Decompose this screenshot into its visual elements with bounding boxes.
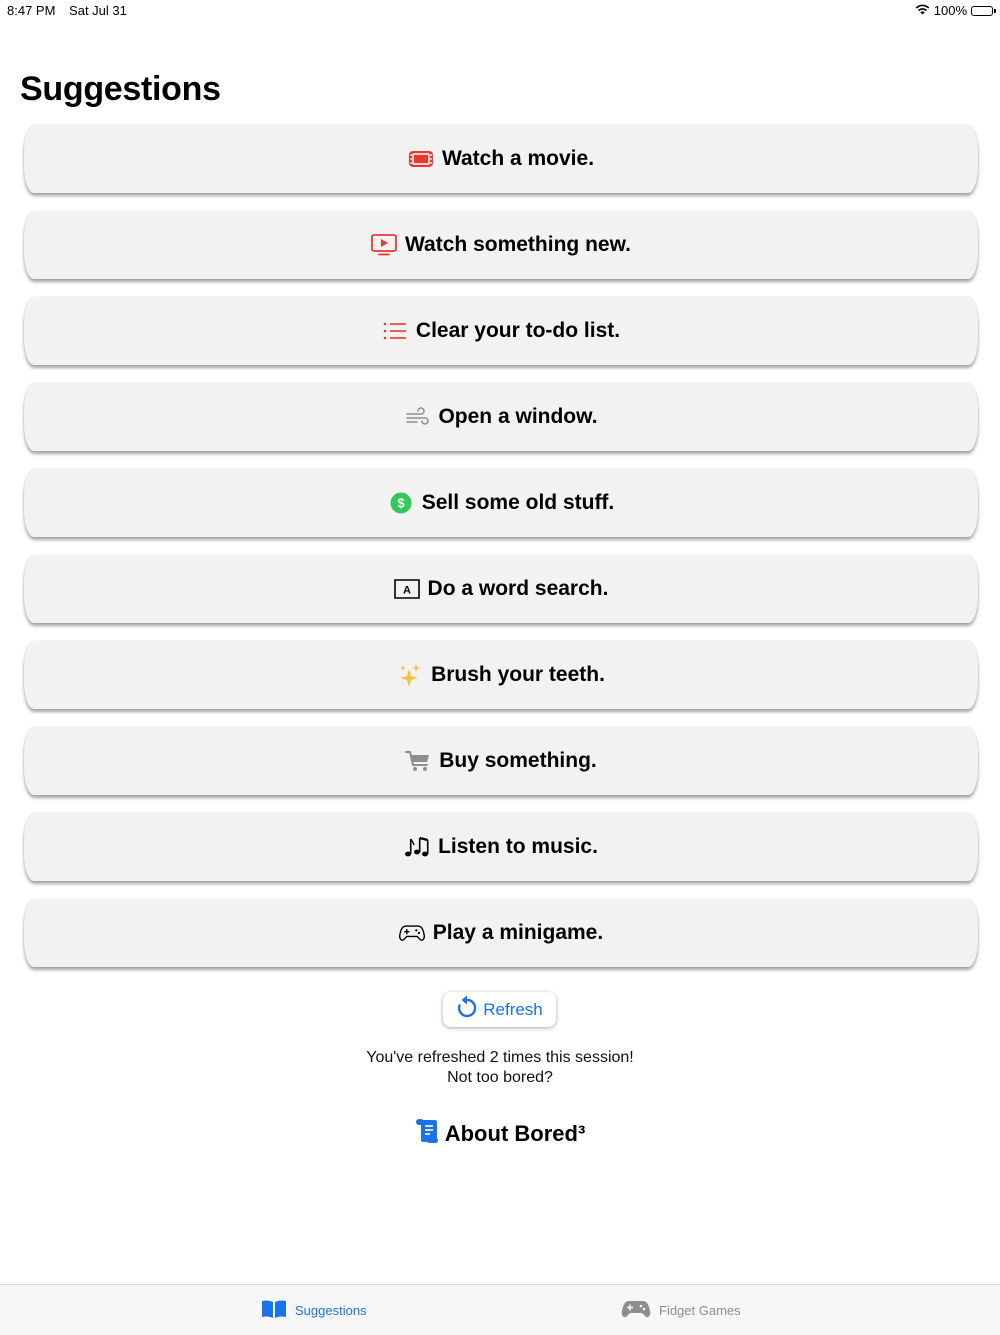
session-count-text: You've refreshed 2 times this session! bbox=[366, 1049, 634, 1066]
tv-play-icon bbox=[371, 233, 397, 257]
wind-icon bbox=[404, 405, 430, 429]
suggestion-card[interactable]: Watch something new. bbox=[16, 211, 986, 279]
music-notes-icon bbox=[404, 835, 430, 859]
tab-suggestions[interactable]: Suggestions bbox=[261, 1299, 367, 1322]
about-label: About Bored³ bbox=[444, 1121, 586, 1146]
suggestion-label: Do a word search. bbox=[427, 577, 609, 600]
status-time: 8:47 PM bbox=[7, 3, 56, 18]
suggestion-card[interactable]: Open a window. bbox=[16, 383, 986, 451]
refresh-icon bbox=[456, 995, 478, 1024]
svg-text:A: A bbox=[403, 585, 411, 597]
list-icon bbox=[382, 319, 408, 343]
about-link[interactable]: About Bored³ bbox=[0, 1118, 1000, 1150]
status-bar: 8:47 PM Sat Jul 31 100% bbox=[0, 0, 1000, 22]
gamecontroller-icon bbox=[398, 921, 425, 945]
svg-text:$: $ bbox=[397, 496, 405, 511]
status-date: Sat Jul 31 bbox=[69, 3, 127, 18]
suggestion-label: Brush your teeth. bbox=[431, 663, 605, 686]
tab-suggestions-label: Suggestions bbox=[295, 1303, 367, 1318]
battery-percent: 100% bbox=[933, 3, 967, 18]
book-icon bbox=[261, 1299, 287, 1322]
suggestion-label: Buy something. bbox=[439, 749, 597, 772]
session-bored-text: Not too bored? bbox=[447, 1069, 553, 1086]
status-left: 8:47 PM Sat Jul 31 bbox=[7, 3, 127, 18]
dollar-circle-icon: $ bbox=[388, 491, 414, 515]
cart-icon bbox=[405, 749, 431, 773]
refresh-button[interactable]: Refresh bbox=[443, 992, 556, 1027]
status-right: 100% bbox=[915, 3, 996, 18]
sparkles-icon bbox=[397, 663, 423, 687]
battery-icon bbox=[971, 5, 996, 16]
page-title: Suggestions bbox=[20, 70, 221, 108]
suggestion-card[interactable]: Clear your to-do list. bbox=[16, 297, 986, 365]
suggestions-list: Watch a movie. Watch something new. Clea… bbox=[16, 125, 986, 985]
film-ticket-icon bbox=[408, 147, 434, 171]
suggestion-label: Clear your to-do list. bbox=[415, 319, 621, 342]
suggestion-label: Play a minigame. bbox=[432, 921, 604, 944]
suggestion-card[interactable]: Brush your teeth. bbox=[16, 641, 986, 709]
suggestion-label: Watch something new. bbox=[405, 233, 631, 256]
session-message: You've refreshed 2 times this session! N… bbox=[0, 1048, 1000, 1088]
suggestion-card[interactable]: $ Sell some old stuff. bbox=[16, 469, 986, 537]
suggestion-label: Open a window. bbox=[438, 405, 598, 428]
wifi-icon bbox=[915, 3, 930, 18]
suggestion-label: Sell some old stuff. bbox=[421, 491, 615, 514]
suggestion-card[interactable]: Watch a movie. bbox=[16, 125, 986, 193]
tab-bar: Suggestions Fidget Games bbox=[0, 1284, 1000, 1335]
suggestion-card[interactable]: Buy something. bbox=[16, 727, 986, 795]
suggestion-card[interactable]: Listen to music. bbox=[16, 813, 986, 881]
suggestion-label: Listen to music. bbox=[438, 835, 598, 858]
suggestion-card[interactable]: A Do a word search. bbox=[16, 555, 986, 623]
tab-fidget-games-label: Fidget Games bbox=[659, 1303, 741, 1318]
tab-fidget-games[interactable]: Fidget Games bbox=[621, 1299, 741, 1322]
text-box-icon: A bbox=[393, 577, 420, 601]
refresh-label: Refresh bbox=[483, 999, 543, 1019]
scroll-icon bbox=[415, 1118, 439, 1150]
suggestion-label: Watch a movie. bbox=[441, 147, 595, 170]
suggestion-card[interactable]: Play a minigame. bbox=[16, 899, 986, 967]
gamecontroller-icon bbox=[621, 1299, 651, 1322]
